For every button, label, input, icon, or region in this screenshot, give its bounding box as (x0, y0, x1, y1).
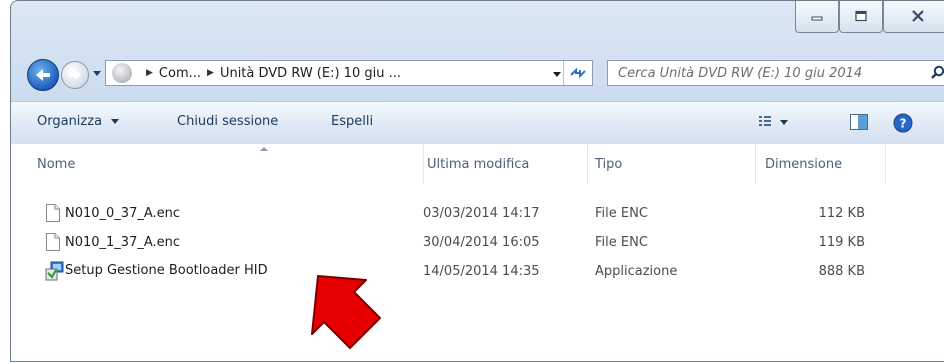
explorer-window: ▶ Com... ▶ Unità DVD RW (E:) 10 giu ... … (10, 0, 944, 362)
drive-icon (112, 63, 132, 83)
column-header-name[interactable]: Nome (37, 144, 424, 184)
minimize-button[interactable] (795, 1, 839, 33)
svg-text:?: ? (900, 117, 907, 131)
recent-pages-button[interactable] (91, 66, 103, 80)
file-type: File ENC (595, 235, 648, 250)
maximize-icon (855, 10, 867, 22)
column-header-name-label: Nome (37, 156, 76, 172)
file-list: Nome Ultima modifica Tipo Dimensione N01… (11, 144, 944, 361)
sort-ascending-icon (260, 147, 268, 151)
file-row[interactable]: N010_1_37_A.enc 30/04/2014 16:05 File EN… (11, 231, 911, 256)
forward-arrow-icon (69, 70, 81, 80)
search-input[interactable] (616, 64, 920, 82)
refresh-button[interactable] (563, 61, 592, 85)
address-dropdown-icon[interactable] (552, 67, 562, 82)
document-icon (45, 232, 61, 256)
minimize-icon (811, 16, 823, 21)
command-bar: Organizza Chiudi sessione Espelli ? (11, 101, 944, 145)
file-size: 119 KB (818, 235, 865, 250)
view-options-button[interactable] (758, 113, 792, 135)
file-name: N010_1_37_A.enc (65, 235, 181, 250)
address-bar[interactable]: ▶ Com... ▶ Unità DVD RW (E:) 10 giu ... (105, 60, 593, 86)
close-session-button[interactable]: Chiudi sessione (177, 114, 278, 129)
file-size: 888 KB (818, 264, 865, 279)
eject-button[interactable]: Espelli (331, 114, 373, 129)
preview-pane-button[interactable] (849, 113, 869, 135)
refresh-icon (570, 67, 586, 79)
column-header-size-label: Dimensione (765, 156, 843, 172)
search-box[interactable] (607, 60, 944, 86)
back-button[interactable] (27, 59, 59, 91)
forward-button[interactable] (61, 61, 89, 89)
maximize-button[interactable] (839, 1, 883, 33)
file-name: Setup Gestione Bootloader HID (65, 263, 268, 278)
breadcrumb-computer[interactable]: Com... (159, 66, 201, 81)
file-row[interactable]: Setup Gestione Bootloader HID 14/05/2014… (11, 260, 911, 285)
document-icon (45, 203, 61, 227)
navigation-bar: ▶ Com... ▶ Unità DVD RW (E:) 10 giu ... (11, 53, 944, 93)
help-icon: ? (893, 113, 913, 133)
caption-buttons (795, 1, 944, 33)
close-icon (912, 10, 924, 22)
organize-label: Organizza (37, 114, 103, 129)
annotation-arrow-icon (311, 275, 381, 349)
chevron-down-icon (111, 119, 120, 124)
breadcrumb-separator-icon: ▶ (207, 68, 214, 78)
column-header-modified-label: Ultima modifica (427, 156, 530, 172)
help-button[interactable]: ? (893, 113, 913, 137)
column-header-size[interactable]: Dimensione (755, 144, 886, 184)
setup-installer-icon (45, 261, 65, 285)
view-details-icon (759, 116, 788, 126)
column-header-modified[interactable]: Ultima modifica (423, 144, 588, 184)
breadcrumb-dvd-drive[interactable]: Unità DVD RW (E:) 10 giu ... (220, 66, 401, 81)
file-modified: 03/03/2014 14:17 (423, 206, 540, 221)
file-modified: 14/05/2014 14:35 (423, 264, 540, 279)
organize-button[interactable]: Organizza (37, 114, 120, 129)
file-type: File ENC (595, 206, 648, 221)
file-modified: 30/04/2014 16:05 (423, 235, 540, 250)
file-type: Applicazione (595, 264, 678, 279)
file-row[interactable]: N010_0_37_A.enc 03/03/2014 14:17 File EN… (11, 202, 911, 227)
preview-pane-icon (850, 114, 868, 130)
chevron-down-icon (93, 71, 101, 76)
back-arrow-icon (36, 69, 50, 81)
file-size: 112 KB (818, 206, 865, 221)
file-name: N010_0_37_A.enc (65, 206, 181, 221)
close-button[interactable] (883, 1, 944, 33)
column-header-type-label: Tipo (595, 156, 623, 172)
breadcrumb-separator-icon: ▶ (146, 68, 153, 78)
column-header-type[interactable]: Tipo (589, 144, 756, 184)
search-icon[interactable] (930, 65, 944, 85)
